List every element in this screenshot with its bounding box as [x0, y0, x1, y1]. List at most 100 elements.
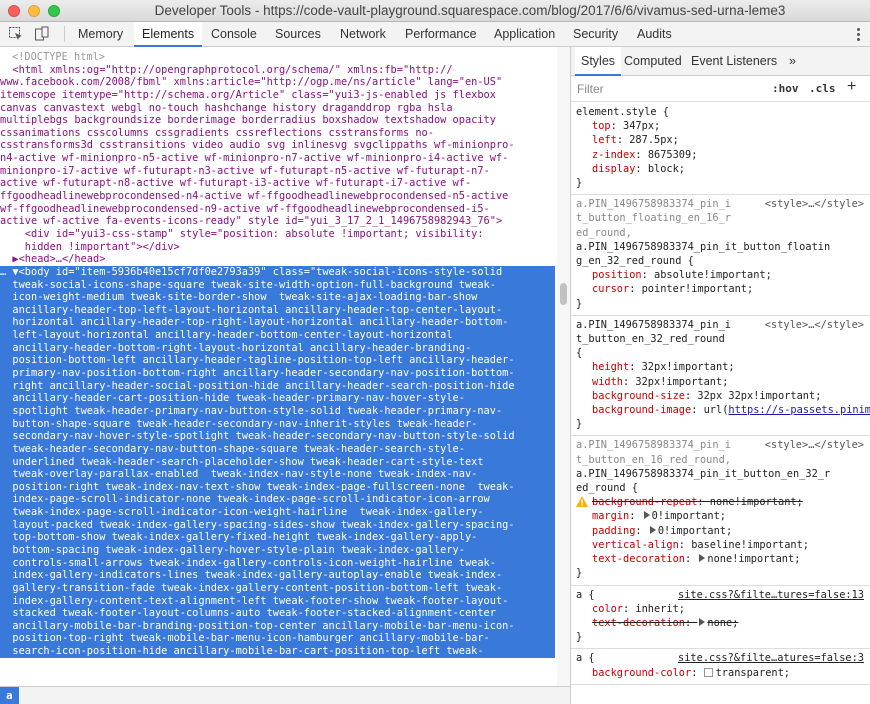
dom-line[interactable]: ancillary-header-cart-position-hide twea… [0, 392, 555, 405]
dom-line[interactable]: ancillary-mobile-bar-branding-position-t… [0, 620, 555, 633]
dom-line[interactable]: controls-small-arrows tweak-index-galler… [0, 557, 555, 570]
css-property-name[interactable]: color [592, 603, 623, 615]
dom-line[interactable]: top-bottom-show tweak-index-gallery-fixe… [0, 531, 555, 544]
css-property-value[interactable]: none; [707, 617, 738, 629]
css-property-value[interactable]: 8675309; [648, 149, 698, 161]
rule-selector[interactable]: { [576, 346, 864, 360]
dom-line[interactable]: position-bottom-left ancillary-header-ta… [0, 354, 555, 367]
rule-selector[interactable]: g_en_32_red_round { [576, 254, 864, 268]
dom-line[interactable]: <div id="yui3-css-stamp" style="position… [0, 228, 555, 241]
dom-line[interactable]: tweak-index-page-scroll-indicator-icon-w… [0, 506, 555, 519]
rule-selector-inactive[interactable]: t_button_floating_en_16_r [576, 211, 864, 225]
css-property-name[interactable]: text-decoration [592, 617, 685, 629]
tab-computed[interactable]: Computed [618, 47, 688, 76]
dom-line[interactable]: <html xmlns:og="http://opengraphprotocol… [0, 64, 555, 77]
color-swatch[interactable] [703, 667, 713, 677]
css-property[interactable]: cursor: pointer!important; [576, 282, 864, 296]
doctype-node[interactable]: <!DOCTYPE html> [0, 51, 555, 64]
css-property[interactable]: background-repeat: none!important; [576, 495, 864, 509]
dom-tree-scrollbar[interactable] [557, 47, 570, 686]
css-property-name[interactable]: text-decoration [592, 553, 685, 565]
css-property-value[interactable]: none!important; [707, 553, 800, 565]
css-property[interactable]: height: 32px!important; [576, 360, 864, 374]
css-property-value[interactable]: none!important; [710, 496, 803, 508]
close-window-button[interactable] [8, 5, 20, 17]
elements-dom-tree[interactable]: <!DOCTYPE html> <html xmlns:og="http://o… [0, 47, 570, 686]
new-rule-button[interactable]: + [847, 78, 856, 96]
dom-line[interactable]: ▶<head>…</head> [0, 253, 555, 266]
css-property[interactable]: padding: 0!important; [576, 524, 864, 538]
css-property-name[interactable]: background-repeat [592, 496, 697, 508]
hover-state-toggle[interactable]: :hov [772, 82, 799, 95]
rule-source-link[interactable]: <style>…</style> [765, 197, 864, 211]
inspect-element-icon[interactable] [8, 26, 24, 42]
css-property[interactable]: background-image: url(https://s-passets.… [576, 403, 870, 417]
css-property-name[interactable]: display [592, 163, 635, 175]
dom-line[interactable]: ancillary-header-top-left-layout-horizon… [0, 304, 555, 317]
dom-line[interactable]: ancillary-header-bottom-right-layout-hor… [0, 342, 555, 355]
css-property-name[interactable]: height [592, 361, 629, 373]
dom-line[interactable]: hidden !important"></div> [0, 241, 555, 254]
css-property-name[interactable]: background-image [592, 404, 691, 416]
css-property-value[interactable]: 0!important; [652, 510, 726, 522]
dom-line[interactable]: index-gallery-content-text-alignment-lef… [0, 595, 555, 608]
dom-line[interactable]: index-gallery-indicators-lines tweak-ind… [0, 569, 555, 582]
dom-line[interactable]: n4-active wf-minionpro-n5-active wf-mini… [0, 152, 555, 165]
breadcrumb-item-a[interactable]: a [0, 687, 19, 704]
more-options-icon[interactable] [857, 28, 860, 43]
css-property-name[interactable]: padding [592, 525, 635, 537]
css-property-value[interactable]: transparent; [716, 667, 790, 679]
css-url-link[interactable]: https://s-passets.pinimg.com/images/pidg… [728, 404, 870, 416]
tab-network[interactable]: Network [332, 22, 394, 47]
rule-selector-inactive[interactable]: t_button_en_16_red_round, [576, 453, 864, 467]
expand-triangle-icon[interactable] [699, 554, 706, 563]
dom-line[interactable]: … ▼<body id="item-5936b40e15cf7df0e2793a… [0, 266, 555, 279]
rule-selector[interactable]: t_button_en_32_red_round [576, 332, 864, 346]
dom-line[interactable]: active wf-active fa-events-icons-ready" … [0, 215, 555, 228]
tab-styles[interactable]: Styles [575, 47, 622, 76]
more-tabs-chevron[interactable]: » [783, 47, 802, 76]
css-property-name[interactable]: top [592, 120, 611, 132]
css-property-value[interactable]: 287.5px; [629, 134, 679, 146]
dom-line[interactable]: position-right tweak-index-nav-text-show… [0, 481, 555, 494]
filter-input[interactable]: Filter [577, 82, 604, 96]
dom-line[interactable]: www.facebook.com/2008/fbml" xmlns:articl… [0, 76, 555, 89]
tab-performance[interactable]: Performance [397, 22, 485, 47]
css-property[interactable]: top: 347px; [576, 119, 864, 133]
tab-elements[interactable]: Elements [134, 22, 203, 47]
tab-sources[interactable]: Sources [267, 22, 329, 47]
dom-line[interactable]: left-layout-horizontal ancillary-header-… [0, 329, 555, 342]
rule-source-link[interactable]: site.css?&filte…tures=false:13 [678, 588, 864, 602]
css-property-value[interactable]: block; [648, 163, 685, 175]
css-property-name[interactable]: background-size [592, 390, 685, 402]
tab-security[interactable]: Security [565, 22, 626, 47]
rule-source-link[interactable]: <style>…</style> [765, 438, 864, 452]
minimize-window-button[interactable] [28, 5, 40, 17]
dom-line[interactable]: underlined tweak-header-search-placehold… [0, 456, 555, 469]
css-property[interactable]: position: absolute!important; [576, 268, 864, 282]
rule-source-link[interactable]: <style>…</style> [765, 318, 864, 332]
css-property[interactable]: text-decoration: none!important; [576, 552, 864, 566]
dom-line[interactable]: index-page-scroll-indicator-none tweak-i… [0, 493, 555, 506]
css-property-name[interactable]: width [592, 376, 623, 388]
css-property-name[interactable]: background-color [592, 667, 691, 679]
css-property[interactable]: width: 32px!important; [576, 375, 864, 389]
expand-triangle-icon[interactable] [643, 511, 650, 520]
dom-tree-scroll-thumb[interactable] [560, 283, 567, 305]
tab-console[interactable]: Console [203, 22, 265, 47]
dom-line[interactable]: itemscope itemtype="http://schema.org/Ar… [0, 89, 555, 102]
rule-selector[interactable]: element.style { [576, 105, 864, 119]
css-property-value[interactable]: 32px 32px!important; [697, 390, 821, 402]
css-property-value[interactable]: absolute!important; [654, 269, 772, 281]
dom-line[interactable]: stacked tweak-footer-layout-columns-auto… [0, 607, 555, 620]
rule-source-link[interactable]: site.css?&filte…atures=false:3 [678, 651, 864, 665]
css-property-name[interactable]: z-index [592, 149, 635, 161]
dom-line[interactable]: horizontal ancillary-header-top-right-la… [0, 316, 555, 329]
tab-memory[interactable]: Memory [70, 22, 131, 47]
dom-line[interactable]: primary-nav-position-bottom-right ancill… [0, 367, 555, 380]
dom-line[interactable]: spotlight tweak-header-primary-nav-butto… [0, 405, 555, 418]
css-property[interactable]: background-size: 32px 32px!important; [576, 389, 864, 403]
css-property[interactable]: color: inherit; [576, 602, 864, 616]
tab-event-listeners[interactable]: Event Listeners [685, 47, 783, 76]
rule-selector[interactable]: a.PIN_1496758983374_pin_it_button_floati… [576, 240, 864, 254]
